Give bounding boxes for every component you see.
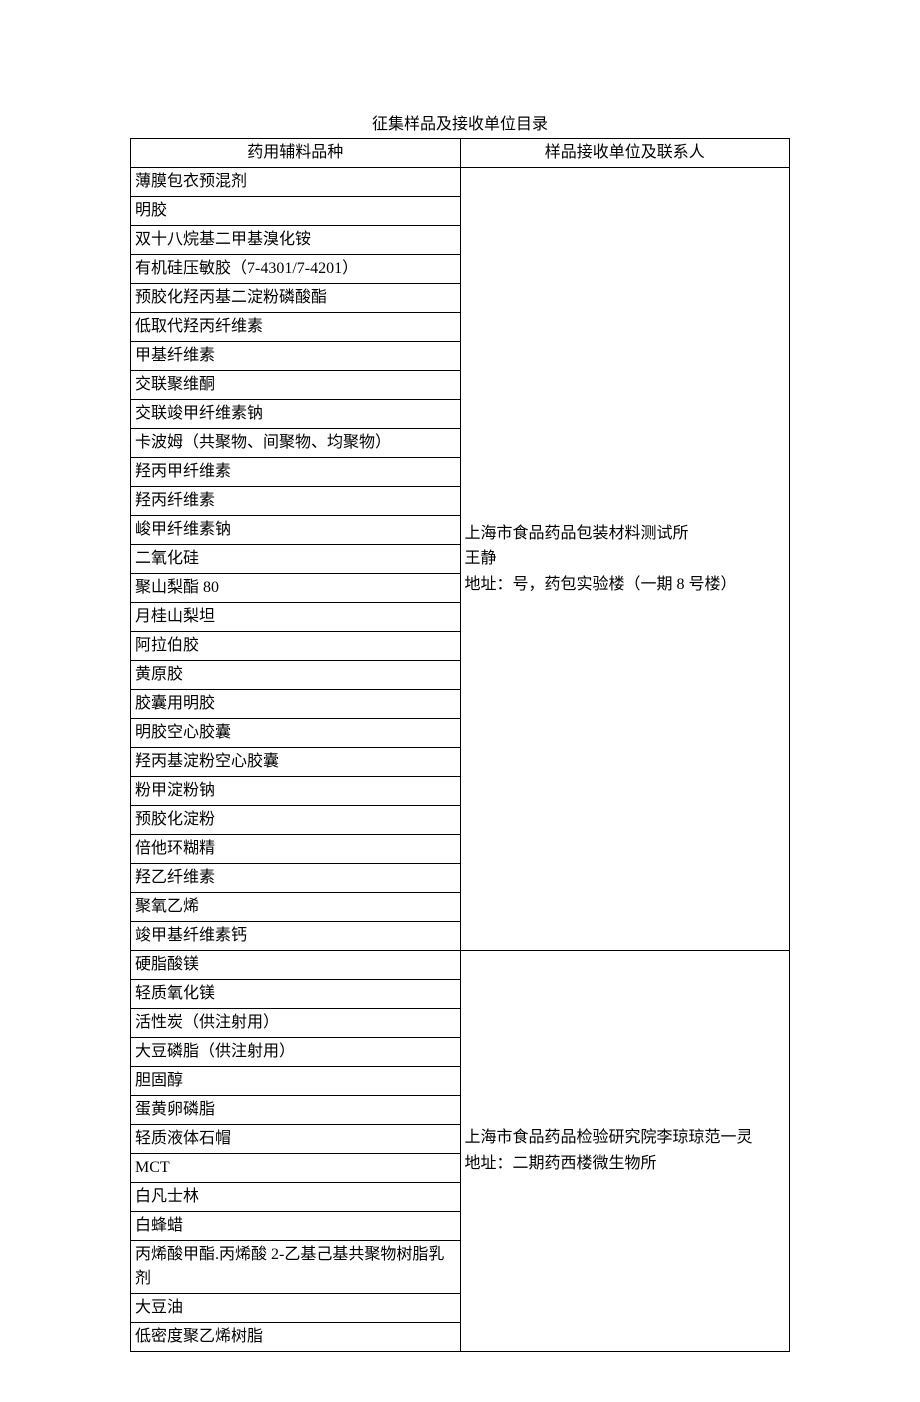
item-cell: 轻质液体石帽 <box>131 1125 461 1154</box>
item-cell: 大豆磷脂（供注射用） <box>131 1038 461 1067</box>
item-cell: 明胶 <box>131 197 461 226</box>
item-cell: 羟丙纤维素 <box>131 487 461 516</box>
contact-person: 王静 <box>465 550 497 567</box>
contact-cell-group2: 上海市食品药品检验研究院李琼琼范一灵 地址：二期药西楼微生物所 <box>460 951 790 1352</box>
item-cell: 预胶化羟丙基二淀粉磷酸酯 <box>131 284 461 313</box>
item-cell: 明胶空心胶囊 <box>131 719 461 748</box>
item-cell: 蛋黄卵磷脂 <box>131 1096 461 1125</box>
item-cell: 卡波姆（共聚物、间聚物、均聚物） <box>131 429 461 458</box>
item-cell: 胆固醇 <box>131 1067 461 1096</box>
item-cell: 薄膜包衣预混剂 <box>131 168 461 197</box>
item-cell: 轻质氧化镁 <box>131 980 461 1009</box>
item-cell: 大豆油 <box>131 1294 461 1323</box>
item-cell: MCT <box>131 1154 461 1183</box>
item-cell: 白凡士林 <box>131 1183 461 1212</box>
item-cell: 羟丙基淀粉空心胶囊 <box>131 748 461 777</box>
header-col2: 样品接收单位及联系人 <box>460 139 790 168</box>
table-row: 硬脂酸镁 上海市食品药品检验研究院李琼琼范一灵 地址：二期药西楼微生物所 <box>131 951 790 980</box>
item-cell: 阿拉伯胶 <box>131 632 461 661</box>
catalog-table: 药用辅料品种 样品接收单位及联系人 薄膜包衣预混剂 上海市食品药品包装材料测试所… <box>130 138 790 1352</box>
item-cell: 交联竣甲纤维素钠 <box>131 400 461 429</box>
contact-org: 上海市食品药品包装材料测试所 <box>465 525 689 542</box>
item-cell: 倍他环糊精 <box>131 835 461 864</box>
item-cell: 双十八烷基二甲基溴化铵 <box>131 226 461 255</box>
contact-cell-group1: 上海市食品药品包装材料测试所 王静 地址：号，药包实验楼（一期 8 号楼） <box>460 168 790 951</box>
page-title: 征集样品及接收单位目录 <box>130 110 790 134</box>
item-cell: 峻甲纤维素钠 <box>131 516 461 545</box>
item-cell: 黄原胶 <box>131 661 461 690</box>
contact-address: 地址：二期药西楼微生物所 <box>465 1155 657 1172</box>
item-cell: 活性炭（供注射用） <box>131 1009 461 1038</box>
header-col1: 药用辅料品种 <box>131 139 461 168</box>
contact-org: 上海市食品药品检验研究院李琼琼范一灵 <box>465 1129 753 1146</box>
table-header-row: 药用辅料品种 样品接收单位及联系人 <box>131 139 790 168</box>
table-row: 薄膜包衣预混剂 上海市食品药品包装材料测试所 王静 地址：号，药包实验楼（一期 … <box>131 168 790 197</box>
item-cell: 预胶化淀粉 <box>131 806 461 835</box>
item-cell: 有机硅压敏胶（7-4301/7-4201） <box>131 255 461 284</box>
item-cell: 低密度聚乙烯树脂 <box>131 1323 461 1352</box>
item-cell: 白蜂蜡 <box>131 1212 461 1241</box>
item-cell: 交联聚维酮 <box>131 371 461 400</box>
item-cell: 羟丙甲纤维素 <box>131 458 461 487</box>
item-cell: 粉甲淀粉钠 <box>131 777 461 806</box>
item-cell: 丙烯酸甲酯.丙烯酸 2-乙基己基共聚物树脂乳剂 <box>131 1241 461 1294</box>
item-cell: 胶囊用明胶 <box>131 690 461 719</box>
item-cell: 聚氧乙烯 <box>131 893 461 922</box>
item-cell: 月桂山梨坦 <box>131 603 461 632</box>
item-cell: 聚山梨酯 80 <box>131 574 461 603</box>
item-cell: 羟乙纤维素 <box>131 864 461 893</box>
item-cell: 竣甲基纤维素钙 <box>131 922 461 951</box>
item-cell: 硬脂酸镁 <box>131 951 461 980</box>
contact-address: 地址：号，药包实验楼（一期 8 号楼） <box>465 576 737 593</box>
item-cell: 二氧化硅 <box>131 545 461 574</box>
item-cell: 低取代羟丙纤维素 <box>131 313 461 342</box>
item-cell: 甲基纤维素 <box>131 342 461 371</box>
